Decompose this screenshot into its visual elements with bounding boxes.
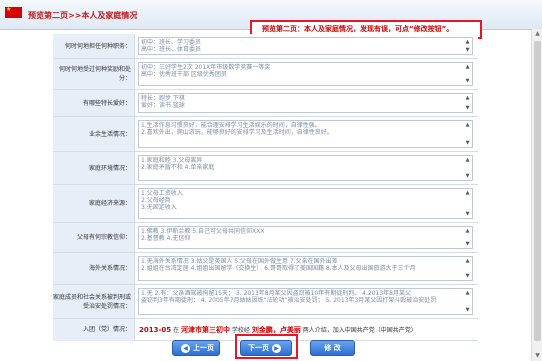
form-row-leisure: 业余生活情况： 1.生活作息习惯良好，能合理安排学习生活娱乐的时间，自律性强。 … bbox=[53, 117, 478, 152]
field-label: 何时何地受过何种奖励和处分： bbox=[53, 59, 135, 89]
form-row-income: 家庭经济来源： 1.父母工资收入 2.父母经商 3.无固定收入 ▲ ▼ bbox=[53, 185, 478, 223]
textarea-scroll-up-icon[interactable]: ▲ bbox=[464, 64, 471, 70]
join-date: 2013-05 bbox=[139, 326, 172, 334]
form-row-family-environment: 家庭环境情况： 1.家庭和睦 3.父母离异 2.家庭矛盾不和 4.单亲家庭 ▲ ▼ bbox=[53, 152, 478, 185]
school-name: 河津市第三初中 bbox=[181, 326, 230, 334]
scroll-up-icon[interactable]: ▲ bbox=[532, 29, 542, 39]
religion-textarea[interactable]: 1.佛教 3.伊斯兰教 5.自己可父母共同信仰XXX 2.基督教 4.无信仰 ▲… bbox=[138, 226, 473, 249]
form-row-penalties: 家庭成员和社会关系被判刑或受治安处罚情况： 1.无 2.有：父亲酒驾被拘留15天… bbox=[53, 285, 478, 319]
textarea-scroll-up-icon[interactable]: ▲ bbox=[464, 190, 471, 196]
prev-page-button[interactable]: ◀ 上一页 bbox=[172, 340, 220, 356]
form-row-overseas: 海外关系情况： 1.无海外关系情况 3.姑父是英国人 5.父母在国外做生意 7.… bbox=[53, 253, 478, 285]
income-textarea[interactable]: 1.父母工资收入 2.父母经商 3.无固定收入 ▲ ▼ bbox=[138, 188, 473, 219]
textarea-scroll-down-icon[interactable]: ▼ bbox=[464, 241, 471, 247]
field-label: 家庭环境情况： bbox=[53, 152, 135, 184]
field-label: 有哪些特长爱好： bbox=[53, 90, 135, 116]
textarea-scroll-down-icon[interactable]: ▼ bbox=[464, 105, 471, 111]
field-label: 家庭成员和社会关系被判刑或受治安处罚情况： bbox=[53, 285, 135, 318]
form-row-awards: 何时何地受过何种奖励和处分： 初中：三好学生2次 201X年市级数学竞赛一等奖 … bbox=[53, 59, 478, 90]
personal-family-form: 何时何地担任何种职务： 初中：班长、学习委员 高中：班长、体育委员 ▲ ▼ 何时何… bbox=[53, 34, 478, 341]
textarea-scroll-down-icon[interactable]: ▼ bbox=[464, 140, 471, 146]
leisure-textarea[interactable]: 1.生活作息习惯良好，能合理安排学习生活娱乐的时间，自律性强。 2.喜欢外出，爬… bbox=[138, 120, 473, 148]
textarea-scroll-down-icon[interactable]: ▼ bbox=[464, 78, 471, 84]
textarea-scroll-up-icon[interactable]: ▲ bbox=[464, 39, 471, 45]
page-title: 预览第二页>>本人及家庭情况 bbox=[28, 11, 138, 20]
edit-button[interactable]: 修 改 bbox=[310, 340, 355, 356]
arrow-left-icon: ◀ bbox=[181, 343, 190, 353]
awards-textarea[interactable]: 初中：三好学生2次 201X年市级数学竞赛一等奖 高中：优秀班干部 区级优秀团员… bbox=[138, 62, 473, 86]
textarea-scroll-up-icon[interactable]: ▲ bbox=[464, 122, 471, 128]
textarea-scroll-up-icon[interactable]: ▲ bbox=[464, 258, 471, 264]
sponsor-names: 刘金鹏，卢美丽 bbox=[251, 326, 301, 334]
flag-icon bbox=[5, 6, 22, 18]
field-label: 家庭经济来源： bbox=[53, 185, 135, 222]
scroll-thumb[interactable] bbox=[534, 41, 541, 341]
positions-textarea[interactable]: 初中：班长、学习委员 高中：班长、体育委员 ▲ ▼ bbox=[138, 37, 473, 55]
textarea-scroll-up-icon[interactable]: ▲ bbox=[464, 95, 471, 101]
textarea-scroll-down-icon[interactable]: ▼ bbox=[464, 307, 471, 313]
hobbies-textarea[interactable]: 特长：跑步 下棋 爱好：读书 篮球 ▲ ▼ bbox=[138, 93, 473, 113]
family-environment-textarea[interactable]: 1.家庭和睦 3.父母离异 2.家庭矛盾不和 4.单亲家庭 ▲ ▼ bbox=[138, 155, 473, 181]
form-row-positions: 何时何地担任何种职务： 初中：班长、学习委员 高中：班长、体育委员 ▲ ▼ bbox=[53, 34, 478, 59]
field-label: 何时何地担任何种职务： bbox=[53, 34, 135, 58]
page-scrollbar[interactable]: ▲ ▼ bbox=[531, 29, 542, 361]
next-page-button[interactable]: 下一页 ▶ bbox=[240, 340, 292, 356]
field-label: 入团（党）情况： bbox=[53, 319, 135, 341]
form-row-religion: 父母有何宗教信仰： 1.佛教 3.伊斯兰教 5.自己可父母共同信仰XXX 2.基… bbox=[53, 223, 478, 253]
textarea-scroll-up-icon[interactable]: ▲ bbox=[464, 228, 471, 234]
field-label: 业余生活情况： bbox=[53, 117, 135, 151]
textarea-scroll-up-icon[interactable]: ▲ bbox=[464, 290, 471, 296]
textarea-scroll-up-icon[interactable]: ▲ bbox=[464, 157, 471, 163]
textarea-scroll-down-icon[interactable]: ▼ bbox=[464, 273, 471, 279]
textarea-scroll-down-icon[interactable]: ▼ bbox=[464, 211, 471, 217]
textarea-scroll-down-icon[interactable]: ▼ bbox=[464, 173, 471, 179]
field-label: 父母有何宗教信仰： bbox=[53, 223, 135, 252]
overseas-textarea[interactable]: 1.无海外关系情况 3.姑父是英国人 5.父母在国外做生意 7.父亲在国外出差 … bbox=[138, 256, 473, 281]
arrow-right-icon: ▶ bbox=[272, 343, 281, 353]
penalties-textarea[interactable]: 1.无 2.有：父亲酒驾被拘留15天； 3. 2013年8月某父因盗窃被10年有… bbox=[138, 288, 473, 315]
field-label: 海外关系情况： bbox=[53, 253, 135, 284]
scroll-down-icon[interactable]: ▼ bbox=[532, 351, 542, 361]
textarea-scroll-down-icon[interactable]: ▼ bbox=[464, 47, 471, 53]
form-row-hobbies: 有哪些特长爱好： 特长：跑步 下棋 爱好：读书 篮球 ▲ ▼ bbox=[53, 90, 478, 117]
